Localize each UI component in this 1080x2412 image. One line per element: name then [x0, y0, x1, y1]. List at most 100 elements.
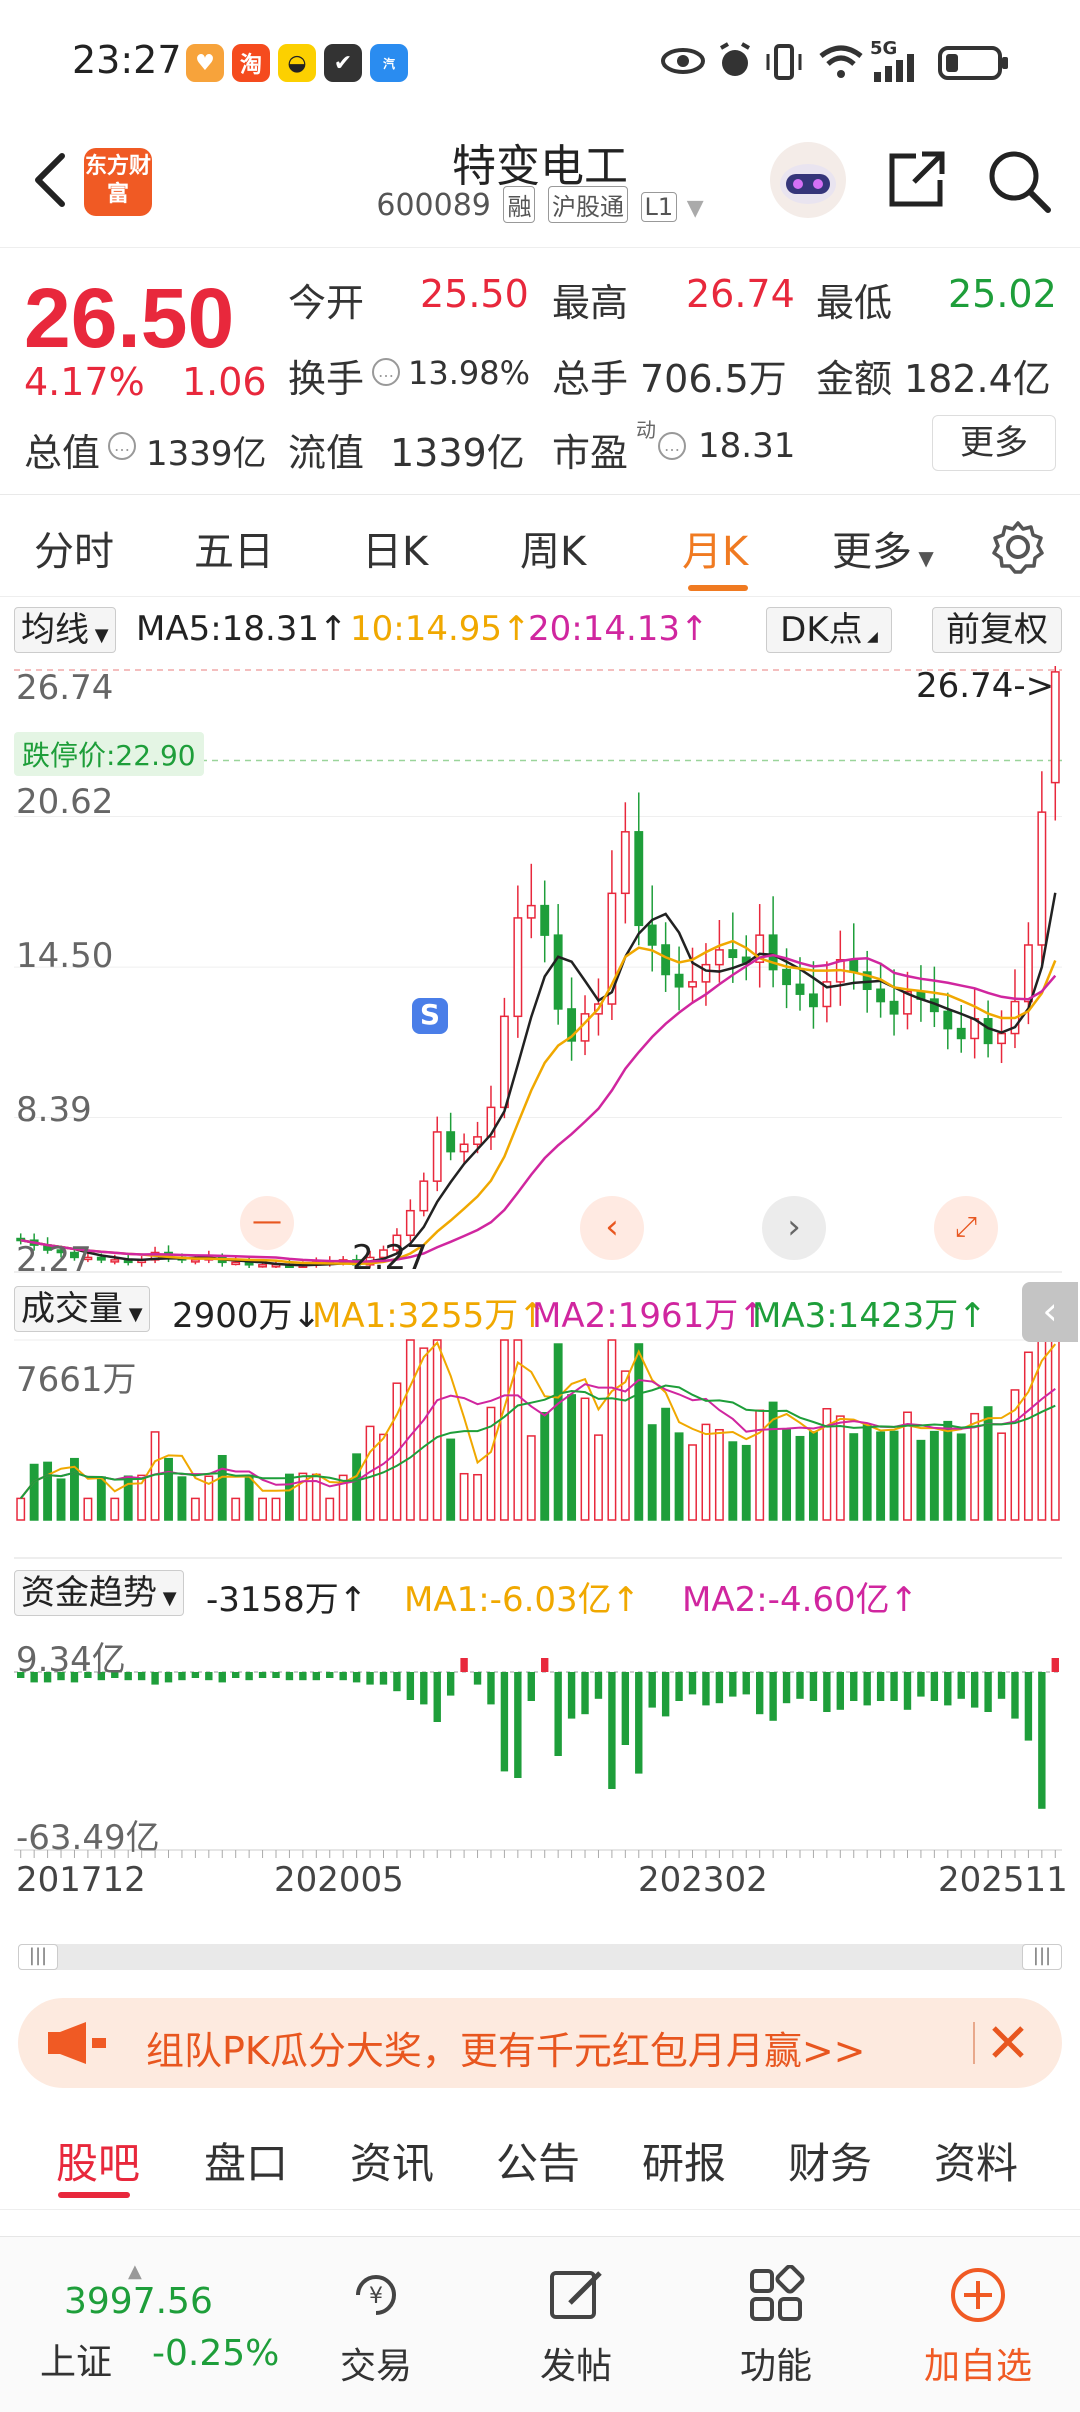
index-change[interactable]: -0.25%	[152, 2333, 279, 2374]
money-bar	[661, 1672, 670, 1717]
volume-bar	[553, 1343, 563, 1521]
candle-body	[526, 904, 536, 919]
candle-body	[634, 831, 644, 927]
post-button[interactable]: 发帖	[506, 2265, 646, 2389]
index-value[interactable]: 3997.56	[64, 2281, 213, 2322]
level-tag[interactable]: L1	[640, 192, 678, 222]
money-bar	[379, 1672, 388, 1685]
money-bar	[527, 1672, 535, 1701]
volume-select[interactable]: 成交量 ▼	[14, 1286, 150, 1332]
post-label: 发帖	[539, 2346, 612, 2387]
money-bar	[970, 1672, 979, 1708]
volume-bar	[459, 1472, 469, 1521]
function-button[interactable]: 功能	[706, 2264, 846, 2389]
function-label: 功能	[739, 2346, 812, 2387]
volume-ma3: MA3:1423万↑	[752, 1296, 987, 1336]
tab-five-day[interactable]: 五日	[194, 519, 274, 577]
search-icon[interactable]	[986, 148, 1052, 214]
chevron-down-icon[interactable]: ▼	[687, 196, 704, 221]
low-label: 最低	[816, 281, 893, 325]
money-bar	[796, 1672, 804, 1699]
y-axis-max: 26.74	[16, 668, 114, 708]
money-bar	[1051, 1658, 1059, 1672]
tab-news[interactable]: 资讯	[350, 2130, 434, 2191]
money-bar	[755, 1672, 764, 1715]
tab-announcements[interactable]: 公告	[496, 2130, 580, 2191]
tab-weekly-k[interactable]: 周K	[520, 519, 586, 577]
tab-monthly-k[interactable]: 月K	[682, 519, 748, 577]
add-watchlist-button[interactable]: 加自选	[908, 2265, 1048, 2389]
chart-range-scroller[interactable]: ||| |||	[18, 1944, 1062, 1970]
share-icon[interactable]	[884, 148, 948, 212]
margin-tag: 融	[503, 186, 536, 223]
tab-intraday[interactable]: 分时	[34, 519, 114, 577]
back-icon[interactable]	[22, 150, 82, 210]
money-bar	[863, 1672, 871, 1706]
money-bar	[715, 1672, 724, 1704]
more-quote-button[interactable]: 更多	[932, 415, 1056, 471]
volume-select-label: 成交量	[21, 1289, 123, 1329]
zoom-out-button[interactable]: —	[240, 1196, 294, 1250]
volume-bar	[876, 1431, 886, 1521]
volume-bar	[499, 1339, 509, 1521]
scroller-right-handle[interactable]: |||	[1022, 1944, 1062, 1970]
volume-bar	[325, 1497, 335, 1521]
index-name[interactable]: 上证	[40, 2333, 112, 2385]
volume-bar	[419, 1347, 429, 1521]
amount-label: 金额	[816, 357, 893, 401]
promo-text: 组队PK瓜分大奖，更有千元红包月月赢>>	[146, 2029, 866, 2073]
tab-financials[interactable]: 财务	[788, 2130, 872, 2191]
content-tabs: 股吧 盘口 资讯 公告 研报 财务 资料	[0, 2110, 1080, 2210]
close-icon[interactable]	[978, 2012, 1038, 2072]
tab-daily-k[interactable]: 日K	[362, 519, 428, 577]
high-value: 26.74	[686, 272, 795, 316]
fullscreen-icon[interactable]: ⤢	[934, 1196, 998, 1260]
promo-banner[interactable]: 组队PK瓜分大奖，更有千元红包月月赢>>	[18, 1998, 1062, 2088]
robot-assistant-icon[interactable]	[768, 140, 848, 220]
volume-value: 706.5万	[640, 357, 787, 401]
adjust-button[interactable]: 前复权	[932, 607, 1062, 653]
kline-chart[interactable]: 26.74 20.62 14.50 8.39 2.27 跌停价:22.90 26…	[0, 660, 1080, 1940]
tab-orderbook[interactable]: 盘口	[204, 2130, 288, 2191]
trade-button[interactable]: ¥ 交易	[306, 2265, 446, 2389]
settings-gear-icon[interactable]	[990, 519, 1046, 575]
tab-forum[interactable]: 股吧	[56, 2130, 140, 2191]
dk-point-button[interactable]: DK点 ◢	[766, 607, 892, 653]
money-bar	[567, 1672, 576, 1719]
next-button[interactable]: ›	[762, 1196, 826, 1260]
indicator-select[interactable]: 均线 ▼	[14, 607, 116, 653]
volume-bar	[808, 1431, 818, 1521]
candle-body	[190, 1259, 200, 1263]
low-marker: 2.27	[352, 1238, 428, 1278]
tab-research[interactable]: 研报	[642, 2130, 726, 2191]
mcap-value: 1339亿	[146, 434, 267, 474]
volume-bar	[217, 1454, 227, 1521]
heart-app-icon: ♥	[186, 44, 224, 82]
candle-body	[459, 1143, 469, 1153]
ma20-line	[20, 953, 1057, 1263]
money-bar	[957, 1672, 965, 1699]
info-icon[interactable]: …	[372, 358, 400, 386]
tab-profile[interactable]: 资料	[934, 2130, 1018, 2191]
volume-bar	[916, 1439, 926, 1521]
money-bar	[487, 1672, 495, 1705]
info-icon[interactable]: …	[108, 432, 136, 460]
prev-button[interactable]: ‹	[580, 1196, 644, 1260]
volume-ma2-text: MA2:1961万	[532, 1296, 739, 1336]
money-select[interactable]: 资金趋势 ▼	[14, 1570, 184, 1616]
candle-body	[258, 1264, 268, 1268]
volume-bar	[446, 1438, 456, 1521]
caret-up-icon: ▲	[128, 2261, 142, 2282]
signal-s-marker[interactable]: S	[412, 998, 448, 1034]
candle-body	[997, 1032, 1006, 1045]
caret-down-icon: ▼	[157, 1588, 177, 1609]
money-bar	[178, 1672, 186, 1681]
volume-ma-line	[19, 1378, 1056, 1500]
scroller-left-handle[interactable]: |||	[18, 1944, 58, 1970]
candle-body	[795, 983, 805, 995]
money-bar	[675, 1672, 683, 1701]
info-icon[interactable]: …	[658, 432, 686, 460]
high-label: 最高	[552, 281, 629, 325]
tab-more[interactable]: 更多 ▼	[832, 519, 934, 577]
volume-bar	[634, 1343, 644, 1521]
